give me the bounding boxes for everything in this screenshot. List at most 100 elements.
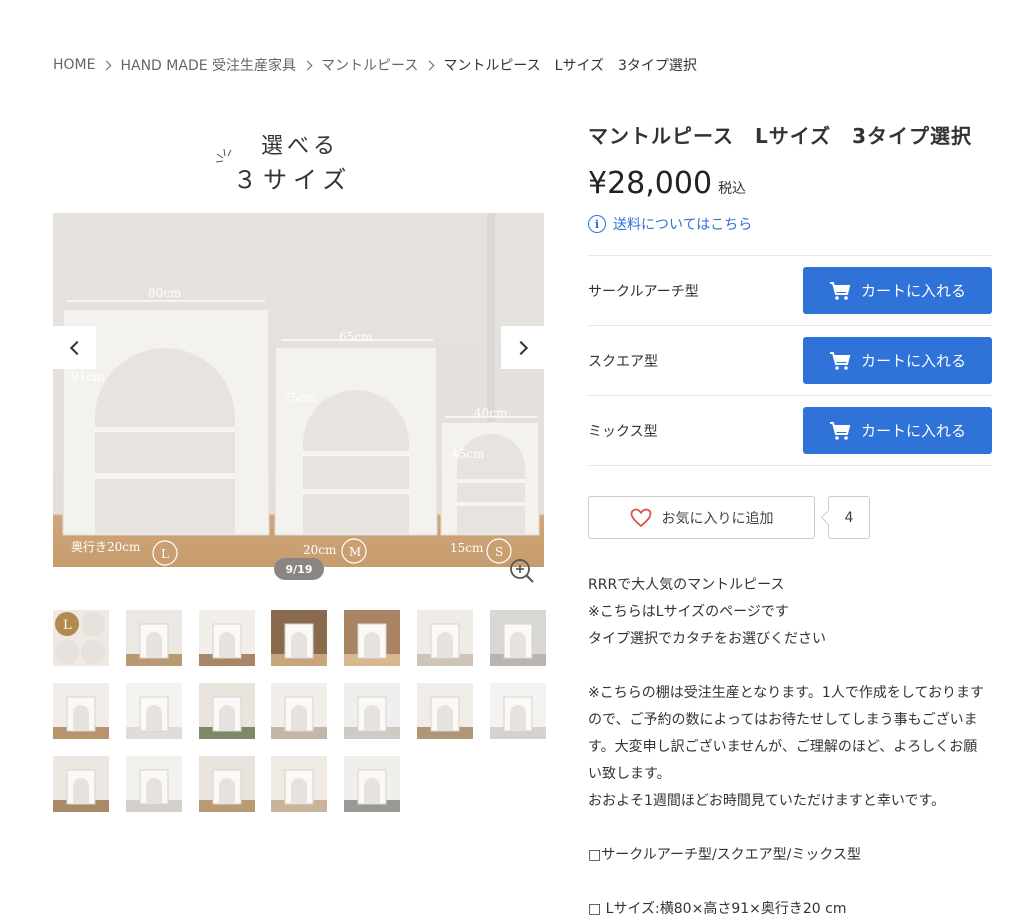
thumbnail-image [198,610,255,666]
price: ¥28,000 税込 [588,166,746,201]
thumbnail[interactable] [271,683,328,739]
gallery-prev-button[interactable] [53,326,96,369]
thumbnail-image [417,683,473,739]
thumbnail[interactable] [489,683,546,739]
shipping-info-link[interactable]: i 送料についてはこちら [588,214,752,234]
thumbnail-image [271,756,328,812]
add-to-cart-label: カートに入れる [860,422,966,440]
variant-name: ミックス型 [588,423,658,440]
variant-name: スクエア型 [588,353,658,370]
info-icon: i [588,215,606,233]
thumbnail[interactable] [344,683,401,739]
shelves-illustration: 80cm 91cm 奥行き20cm L 65cm 75cm 20cm M 40c… [62,213,540,566]
thumbnail-image [344,683,401,739]
thumbnail-image [198,683,255,739]
cart-icon [829,281,851,300]
sparkle-icon [215,148,232,163]
description-line: ※こちらの棚は受注生産となります。1人で作成をしておりますので、ご予約の数によっ… [588,685,984,782]
add-to-cart-label: カートに入れる [860,282,966,300]
thumbnail[interactable] [125,683,182,739]
hero-line-1: 選べる [261,134,340,159]
label-s-badge: S [495,545,503,559]
favorites-label: お気に入りに追加 [661,510,774,527]
breadcrumb-mantelpiece[interactable]: マントルピース [321,55,418,75]
favorites-count: 4 [828,496,870,539]
heart-icon [630,508,651,527]
label-s-height: 45cm [451,447,485,461]
product-description: RRRで大人気のマントルピース ※こちらはLサイズのページですタイプ選択でカタチを… [588,572,988,917]
description-line [588,815,988,842]
description-line: □ Lサイズ:横80×高さ91×奥行き20 cm [588,901,847,917]
chevron-right-icon [513,340,528,355]
description-line: □サークルアーチ型/スクエア型/ミックス型 [588,847,861,863]
thumbnail[interactable]: L [53,610,109,666]
thumbnail[interactable] [417,683,473,739]
thumbnail[interactable] [198,610,255,666]
thumbnail[interactable] [344,756,401,812]
gallery-counter: 9/19 [274,558,324,580]
variant-list: サークルアーチ型 カートに入れる スクエア型 カートに入れる ミックス型 カート… [588,255,992,466]
thumbnail[interactable] [271,610,328,666]
thumbnail[interactable] [198,756,255,812]
description-line: タイプ選択でカタチをお選びください [588,631,826,647]
breadcrumb: HOME HAND MADE 受注生産家具 マントルピース マントルピース Lサ… [53,55,697,75]
breadcrumb-hand-made[interactable]: HAND MADE 受注生産家具 [120,55,296,75]
hero-title: 選べる ３サイズ [215,128,355,194]
add-to-favorites-button[interactable]: お気に入りに追加 [588,496,815,539]
add-to-cart-button[interactable]: カートに入れる [803,267,992,314]
description-line: ※こちらはLサイズのページです [588,604,789,620]
variant-name: サークルアーチ型 [588,283,699,300]
variant-row: サークルアーチ型 カートに入れる [588,256,992,326]
add-to-cart-button[interactable]: カートに入れる [803,337,992,384]
thumbnail-image [125,610,182,666]
shipping-link-label: 送料についてはこちら [613,217,753,233]
thumbnail-image [271,610,328,666]
thumbnail[interactable] [125,610,182,666]
thumbnail-image [489,610,546,666]
label-m-width: 65cm [339,330,373,344]
add-to-cart-label: カートに入れる [860,352,966,370]
thumbnail[interactable] [125,756,182,812]
cart-icon [829,351,851,370]
thumbnail[interactable] [271,756,328,812]
zoom-in-icon[interactable] [507,556,537,586]
breadcrumb-current: マントルピース Lサイズ 3タイプ選択 [443,58,697,74]
thumbnail[interactable] [489,610,546,666]
thumbnail-image [53,683,109,739]
breadcrumb-home[interactable]: HOME [53,57,95,73]
thumbnail-size-label: L [63,618,72,633]
price-value: ¥28,000 [588,166,713,201]
label-l-depth: 奥行き20cm [71,540,141,554]
thumbnail[interactable] [53,756,109,812]
cart-icon [829,421,851,440]
thumbnail-image [271,683,328,739]
thumbnail-image [125,756,182,812]
hero-line-2: ３サイズ [233,166,353,194]
description-line [588,653,988,680]
thumbnail-image [489,683,546,739]
description-line: RRRで大人気のマントルピース [588,577,785,593]
thumbnail[interactable] [53,683,109,739]
label-l-height: 91cm [71,370,105,384]
chevron-right-icon [102,60,112,70]
thumbnail-image [344,610,401,666]
thumbnail[interactable] [344,610,401,666]
main-product-image[interactable]: 80cm 91cm 奥行き20cm L 65cm 75cm 20cm M 40c… [53,213,544,567]
label-l-width: 80cm [148,286,182,300]
label-s-width: 40cm [474,406,508,420]
label-m-badge: M [349,545,361,559]
variant-row: ミックス型 カートに入れる [588,396,992,466]
thumbnail[interactable] [417,610,473,666]
add-to-cart-button[interactable]: カートに入れる [803,407,992,454]
product-title: マントルピース Lサイズ 3タイプ選択 [588,124,973,148]
thumbnail-image [417,610,473,666]
label-l-badge: L [161,547,169,561]
thumbnail-image [53,756,109,812]
gallery-next-button[interactable] [501,326,544,369]
chevron-right-icon [302,60,313,70]
label-m-depth: 20cm [303,543,337,557]
chevron-left-icon [69,340,84,355]
description-line [588,869,988,896]
thumbnail-image [344,756,401,812]
thumbnail[interactable] [198,683,255,739]
